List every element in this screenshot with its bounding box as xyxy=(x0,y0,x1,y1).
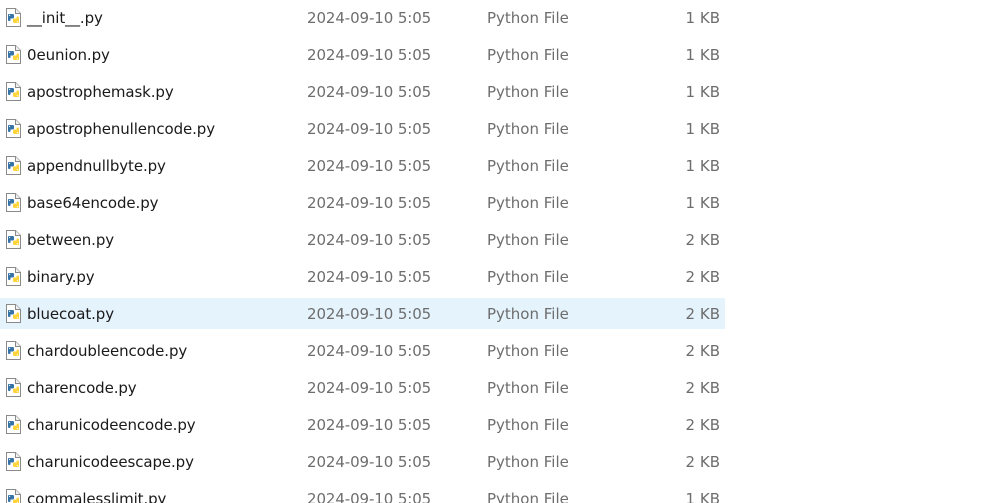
file-date-modified: 2024-09-10 5:05 xyxy=(307,9,432,27)
file-type: Python File xyxy=(487,46,569,64)
python-file-icon xyxy=(5,230,22,249)
file-name[interactable]: binary.py xyxy=(27,261,95,293)
file-size: 1 KB xyxy=(685,9,720,27)
file-size: 2 KB xyxy=(685,453,720,471)
file-list: __init__.py 2024-09-10 5:05 Python File 1 K… xyxy=(0,0,984,503)
file-row[interactable]: apostrophemask.py 2024-09-10 5:05 Python F… xyxy=(0,76,725,107)
file-type: Python File xyxy=(487,379,569,397)
file-row[interactable]: chardoubleencode.py 2024-09-10 5:05 Python… xyxy=(0,335,725,366)
file-size: 1 KB xyxy=(685,83,720,101)
file-type: Python File xyxy=(487,416,569,434)
file-row[interactable]: apostrophenullencode.py 2024-09-10 5:05 Py… xyxy=(0,113,725,144)
file-date-modified: 2024-09-10 5:05 xyxy=(307,120,432,138)
file-row[interactable]: charunicodeescape.py 2024-09-10 5:05 Pytho… xyxy=(0,446,725,477)
python-file-icon xyxy=(5,415,22,434)
file-date-modified: 2024-09-10 5:05 xyxy=(307,379,432,397)
file-size: 2 KB xyxy=(685,231,720,249)
file-date-modified: 2024-09-10 5:05 xyxy=(307,157,432,175)
file-name[interactable]: charunicodeencode.py xyxy=(27,409,196,441)
file-type: Python File xyxy=(487,157,569,175)
file-size: 2 KB xyxy=(685,342,720,360)
file-date-modified: 2024-09-10 5:05 xyxy=(307,453,432,471)
file-date-modified: 2024-09-10 5:05 xyxy=(307,490,432,503)
file-name[interactable]: __init__.py xyxy=(27,2,103,34)
file-name[interactable]: base64encode.py xyxy=(27,187,159,219)
file-date-modified: 2024-09-10 5:05 xyxy=(307,83,432,101)
file-name[interactable]: apostrophenullencode.py xyxy=(27,113,215,145)
file-type: Python File xyxy=(487,342,569,360)
file-name[interactable]: bluecoat.py xyxy=(27,298,114,330)
file-row[interactable]: commalesslimit.py 2024-09-10 5:05 Python F… xyxy=(0,483,725,503)
file-name[interactable]: between.py xyxy=(27,224,114,256)
python-file-icon xyxy=(5,119,22,138)
file-type: Python File xyxy=(487,268,569,286)
python-file-icon xyxy=(5,193,22,212)
file-name[interactable]: chardoubleencode.py xyxy=(27,335,187,367)
file-row[interactable]: charunicodeencode.py 2024-09-10 5:05 Pytho… xyxy=(0,409,725,440)
file-row[interactable]: charencode.py 2024-09-10 5:05 Python File 2… xyxy=(0,372,725,403)
file-size: 1 KB xyxy=(685,120,720,138)
file-type: Python File xyxy=(487,453,569,471)
file-date-modified: 2024-09-10 5:05 xyxy=(307,416,432,434)
file-type: Python File xyxy=(487,194,569,212)
python-file-icon xyxy=(5,452,22,471)
file-date-modified: 2024-09-10 5:05 xyxy=(307,46,432,64)
file-date-modified: 2024-09-10 5:05 xyxy=(307,194,432,212)
python-file-icon xyxy=(5,341,22,360)
file-type: Python File xyxy=(487,83,569,101)
file-type: Python File xyxy=(487,120,569,138)
file-type: Python File xyxy=(487,231,569,249)
file-size: 1 KB xyxy=(685,157,720,175)
file-size: 2 KB xyxy=(685,379,720,397)
file-date-modified: 2024-09-10 5:05 xyxy=(307,342,432,360)
python-file-icon xyxy=(5,378,22,397)
python-file-icon xyxy=(5,82,22,101)
file-type: Python File xyxy=(487,9,569,27)
file-type: Python File xyxy=(487,305,569,323)
file-name[interactable]: appendnullbyte.py xyxy=(27,150,166,182)
file-size: 2 KB xyxy=(685,305,720,323)
python-file-icon xyxy=(5,8,22,27)
file-row[interactable]: between.py 2024-09-10 5:05 Python File 2 KB xyxy=(0,224,725,255)
file-row[interactable]: appendnullbyte.py 2024-09-10 5:05 Python F… xyxy=(0,150,725,181)
file-name[interactable]: commalesslimit.py xyxy=(27,483,166,503)
file-date-modified: 2024-09-10 5:05 xyxy=(307,231,432,249)
python-file-icon xyxy=(5,267,22,286)
file-date-modified: 2024-09-10 5:05 xyxy=(307,305,432,323)
file-name[interactable]: charencode.py xyxy=(27,372,137,404)
python-file-icon xyxy=(5,45,22,64)
file-name[interactable]: charunicodeescape.py xyxy=(27,446,194,478)
file-date-modified: 2024-09-10 5:05 xyxy=(307,268,432,286)
file-row[interactable]: 0eunion.py 2024-09-10 5:05 Python File 1 KB xyxy=(0,39,725,70)
file-size: 1 KB xyxy=(685,46,720,64)
file-row[interactable]: __init__.py 2024-09-10 5:05 Python File 1 K… xyxy=(0,2,725,33)
file-size: 1 KB xyxy=(685,490,720,503)
file-size: 2 KB xyxy=(685,416,720,434)
file-row[interactable]: base64encode.py 2024-09-10 5:05 Python Fil… xyxy=(0,187,725,218)
python-file-icon xyxy=(5,156,22,175)
python-file-icon xyxy=(5,489,22,503)
file-size: 1 KB xyxy=(685,194,720,212)
file-row[interactable]: bluecoat.py 2024-09-10 5:05 Python File 2 K… xyxy=(0,298,725,329)
file-row[interactable]: binary.py 2024-09-10 5:05 Python File 2 KB xyxy=(0,261,725,292)
file-type: Python File xyxy=(487,490,569,503)
file-size: 2 KB xyxy=(685,268,720,286)
file-name[interactable]: 0eunion.py xyxy=(27,39,110,71)
file-name[interactable]: apostrophemask.py xyxy=(27,76,174,108)
python-file-icon xyxy=(5,304,22,323)
